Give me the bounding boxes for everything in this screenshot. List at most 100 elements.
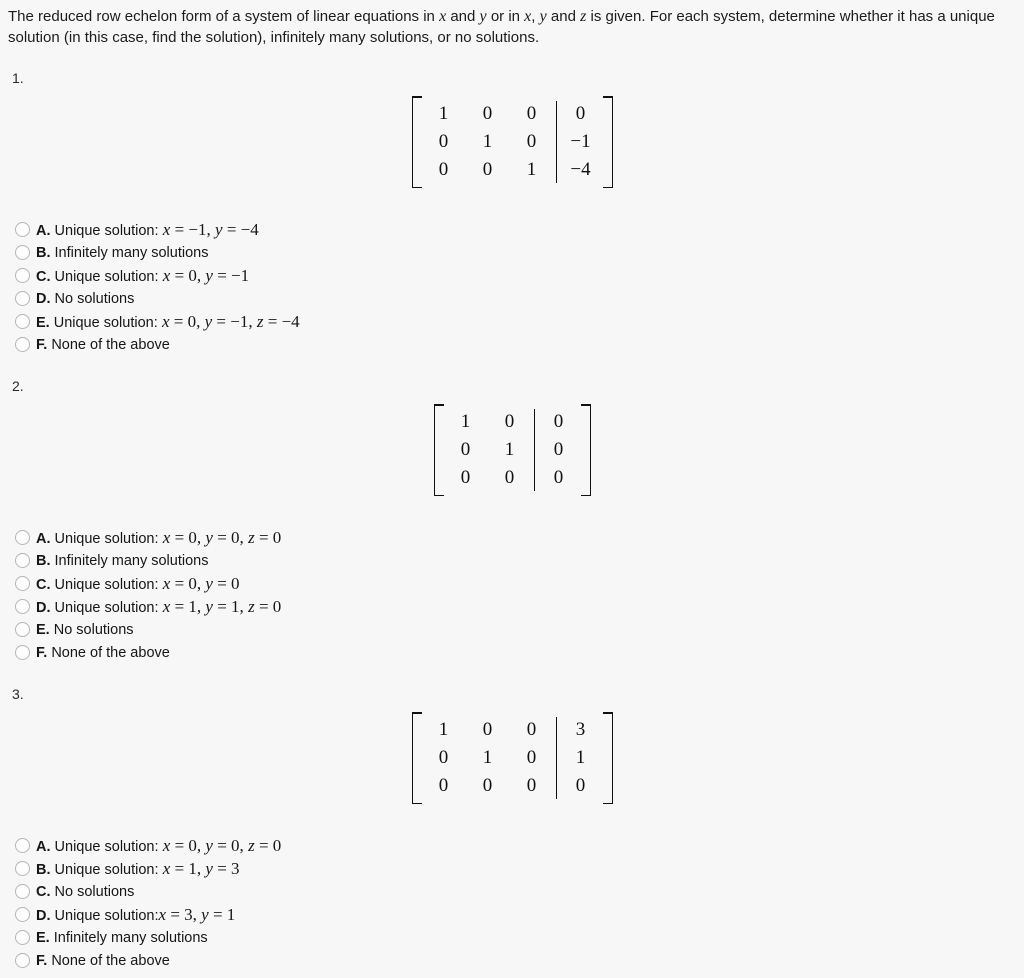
- matrix-cell: 0: [482, 775, 493, 796]
- question-number: 1.: [12, 70, 24, 86]
- answer-option[interactable]: A. Unique solution: x = 0, y = 0, z = 0: [8, 834, 1016, 857]
- question-block: 3. 1 0 0 0 1 0 0 0 0 3 1 0 A. Unique solution: x = 0,…: [8, 686, 1016, 972]
- matrix-cell: 0: [482, 103, 493, 124]
- option-label: D. Unique solution:x = 3, y = 1: [36, 905, 235, 925]
- radio-button[interactable]: [15, 930, 30, 945]
- prompt-text-part-4: ,: [531, 8, 540, 25]
- radio-button[interactable]: [15, 222, 30, 237]
- augmented-matrix: 1 0 0 0 1 0 0 0 1 0 −1 −4: [411, 96, 613, 188]
- answer-option[interactable]: E. Infinitely many solutions: [8, 926, 1016, 949]
- prompt-text-part-1: The reduced row echelon form of a system…: [8, 8, 440, 25]
- radio-button[interactable]: [15, 530, 30, 545]
- option-letter: E.: [36, 314, 50, 331]
- matrix-cell: 0: [575, 103, 586, 124]
- left-bracket-icon: [411, 96, 422, 188]
- option-letter: A.: [36, 222, 51, 239]
- matrix-body: 1 0 0 0 1 0 0 0 0 3 1 0: [422, 712, 603, 804]
- option-text: Unique solution: x = 0, y = 0, z = 0: [54, 835, 282, 855]
- option-letter: F.: [36, 952, 48, 969]
- answer-option[interactable]: D. No solutions: [8, 287, 1016, 310]
- radio-button[interactable]: [15, 576, 30, 591]
- option-text: No solutions: [53, 621, 134, 638]
- radio-button[interactable]: [15, 907, 30, 922]
- radio-button[interactable]: [15, 268, 30, 283]
- matrix-cell: −1: [570, 131, 591, 152]
- matrix-cell: 0: [438, 131, 449, 152]
- option-label: A. Unique solution: x = 0, y = 0, z = 0: [36, 836, 281, 856]
- prompt-text-part-5: and: [546, 8, 581, 25]
- option-text: Unique solution: x = 0, y = −1: [54, 265, 250, 285]
- radio-button[interactable]: [15, 553, 30, 568]
- radio-button[interactable]: [15, 314, 30, 329]
- matrix-container: 1 0 0 0 1 0 0 0 1 0 −1 −4: [8, 96, 1016, 188]
- answer-option[interactable]: F. None of the above: [8, 949, 1016, 972]
- option-text: Infinitely many solutions: [54, 552, 209, 569]
- answer-option[interactable]: C. Unique solution: x = 0, y = 0: [8, 572, 1016, 595]
- radio-button[interactable]: [15, 622, 30, 637]
- radio-button[interactable]: [15, 599, 30, 614]
- radio-button[interactable]: [15, 291, 30, 306]
- radio-button[interactable]: [15, 838, 30, 853]
- matrix-cell: 0: [460, 439, 471, 460]
- constants-column: 0 0 0: [537, 408, 581, 492]
- radio-button[interactable]: [15, 884, 30, 899]
- option-label: E. No solutions: [36, 622, 134, 638]
- answer-option[interactable]: F. None of the above: [8, 641, 1016, 664]
- option-label: E. Infinitely many solutions: [36, 930, 208, 946]
- matrix-cell: 0: [575, 775, 586, 796]
- option-letter: B.: [36, 552, 51, 569]
- answer-option[interactable]: E. No solutions: [8, 618, 1016, 641]
- radio-button[interactable]: [15, 337, 30, 352]
- question-list: 1. 1 0 0 0 1 0 0 0 1 0 −1 −4 A. Unique solution: x = …: [8, 70, 1016, 972]
- matrix-column: 0 1 0: [466, 100, 510, 184]
- answer-option[interactable]: A. Unique solution: x = −1, y = −4: [8, 218, 1016, 241]
- radio-button[interactable]: [15, 953, 30, 968]
- option-letter: D.: [36, 290, 51, 307]
- answer-options: A. Unique solution: x = −1, y = −4 B. Inf…: [8, 218, 1016, 356]
- answer-option[interactable]: D. Unique solution: x = 1, y = 1, z = 0: [8, 595, 1016, 618]
- answer-option[interactable]: B. Unique solution: x = 1, y = 3: [8, 857, 1016, 880]
- option-math: x = 0, y = 0: [162, 573, 240, 593]
- option-text: Unique solution: x = 0, y = −1, z = −4: [53, 311, 300, 331]
- answer-option[interactable]: D. Unique solution:x = 3, y = 1: [8, 903, 1016, 926]
- prompt-text-part-2: and: [446, 8, 480, 25]
- augment-divider: [555, 717, 557, 799]
- option-label: D. Unique solution: x = 1, y = 1, z = 0: [36, 597, 281, 617]
- radio-button[interactable]: [15, 645, 30, 660]
- answer-option[interactable]: B. Infinitely many solutions: [8, 549, 1016, 572]
- radio-button[interactable]: [15, 245, 30, 260]
- answer-option[interactable]: C. Unique solution: x = 0, y = −1: [8, 264, 1016, 287]
- constants-column: 3 1 0: [559, 716, 603, 800]
- answer-options: A. Unique solution: x = 0, y = 0, z = 0 B…: [8, 526, 1016, 664]
- answer-option[interactable]: A. Unique solution: x = 0, y = 0, z = 0: [8, 526, 1016, 549]
- option-label: A. Unique solution: x = 0, y = 0, z = 0: [36, 528, 281, 548]
- option-label: A. Unique solution: x = −1, y = −4: [36, 220, 259, 240]
- matrix-cell: 1: [482, 747, 493, 768]
- matrix-cell: 1: [504, 439, 515, 460]
- left-bracket-icon: [411, 712, 422, 804]
- radio-button[interactable]: [15, 861, 30, 876]
- option-letter: B.: [36, 861, 51, 878]
- answer-option[interactable]: B. Infinitely many solutions: [8, 241, 1016, 264]
- option-math: x = 0, y = 0, z = 0: [162, 835, 282, 855]
- math-variable-y: y: [479, 8, 487, 25]
- matrix-column: 0 1 0: [466, 716, 510, 800]
- matrix-cell: 1: [438, 103, 449, 124]
- matrix-column: 0 1 0: [488, 408, 532, 492]
- answer-option[interactable]: C. No solutions: [8, 880, 1016, 903]
- matrix-cell: 0: [553, 411, 564, 432]
- answer-option[interactable]: E. Unique solution: x = 0, y = −1, z = −…: [8, 310, 1016, 333]
- answer-option[interactable]: F. None of the above: [8, 333, 1016, 356]
- coefficient-columns: 1 0 0 0 1 0 0 0 1: [422, 100, 554, 184]
- option-text: Unique solution: x = −1, y = −4: [54, 219, 259, 239]
- option-math: x = 0, y = −1: [162, 265, 250, 285]
- matrix-cell: 1: [482, 131, 493, 152]
- option-label: B. Infinitely many solutions: [36, 245, 208, 261]
- option-letter: D.: [36, 599, 51, 616]
- option-letter: F.: [36, 644, 48, 661]
- math-variable-y-2: y: [539, 8, 547, 25]
- option-math: x = 3, y = 1: [158, 904, 236, 924]
- option-text: Infinitely many solutions: [54, 244, 209, 261]
- augmented-matrix: 1 0 0 0 1 0 0 0 0: [433, 404, 591, 496]
- option-label: B. Infinitely many solutions: [36, 553, 208, 569]
